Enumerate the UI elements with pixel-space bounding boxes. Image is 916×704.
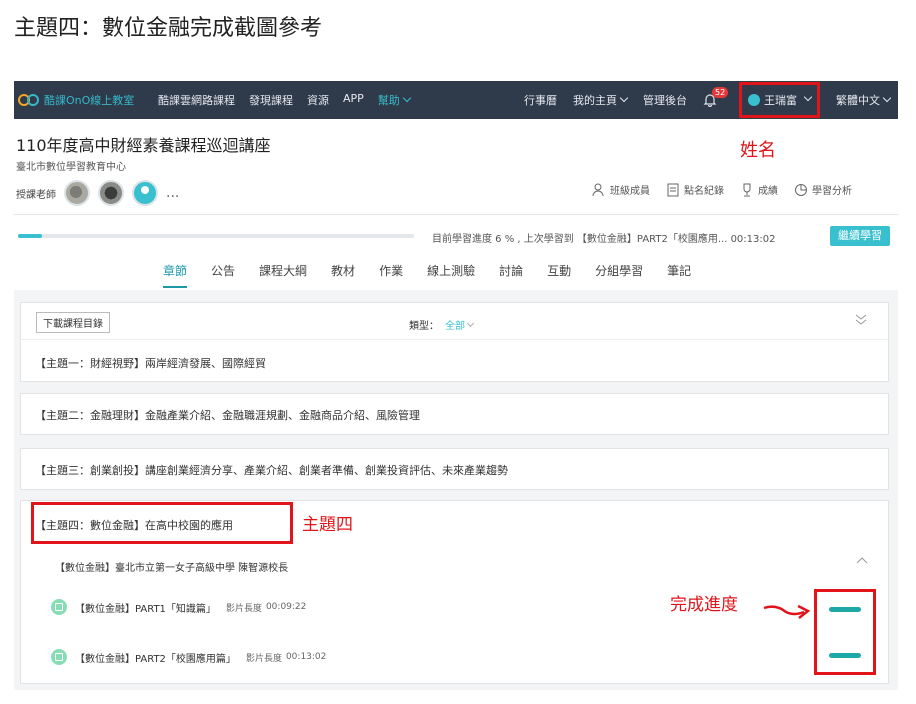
tab-interaction[interactable]: 互動 bbox=[547, 262, 571, 288]
tab-chapters[interactable]: 章節 bbox=[163, 262, 188, 288]
annotation-completion: 完成進度 bbox=[670, 595, 738, 615]
divider bbox=[21, 339, 888, 340]
tab-discussion[interactable]: 討論 bbox=[499, 262, 523, 288]
nav-item-help[interactable]: 幫助 bbox=[377, 92, 412, 108]
my-home-label: 我的主頁 bbox=[573, 94, 617, 107]
completion-bar bbox=[829, 653, 861, 658]
tab-notes[interactable]: 筆記 bbox=[667, 262, 691, 288]
subsection-title: 【數位金融】臺北市立第一女子高級中學 陳智源校長 bbox=[55, 563, 289, 574]
nav-item-discover[interactable]: 發現課程 bbox=[249, 92, 293, 108]
chevron-down-icon bbox=[882, 93, 892, 103]
logo-icon bbox=[18, 92, 40, 108]
tool-attendance[interactable]: 點名紀錄 bbox=[666, 182, 724, 197]
members-icon bbox=[592, 183, 604, 196]
learning-progress-bar bbox=[18, 234, 414, 238]
completion-bar bbox=[829, 607, 861, 612]
tab-assignments[interactable]: 作業 bbox=[379, 262, 403, 288]
tab-group-learning[interactable]: 分組學習 bbox=[595, 262, 643, 288]
nav-item-calendar[interactable]: 行事曆 bbox=[524, 92, 557, 108]
trophy-icon bbox=[743, 183, 751, 196]
video-icon bbox=[51, 649, 67, 665]
user-name: 王瑞富 bbox=[764, 94, 797, 107]
annotation-highlight-box bbox=[814, 589, 876, 675]
type-filter[interactable]: 類型： 全部 bbox=[409, 317, 475, 332]
duration-label: 影片長度 bbox=[225, 603, 262, 614]
tab-materials[interactable]: 教材 bbox=[331, 262, 355, 288]
tool-class-members[interactable]: 班級成員 bbox=[592, 182, 650, 197]
duration-value: 00:09:22 bbox=[265, 602, 307, 612]
top-navbar: 酷課OnO線上教室 酷課雲網路課程 發現課程 資源 APP 幫助 行事曆 我的主… bbox=[14, 81, 898, 119]
lesson-item[interactable]: 【數位金融】PART2「校園應用篇」 影片長度 00:13:02 bbox=[51, 649, 326, 665]
expand-all-icon[interactable] bbox=[854, 313, 868, 327]
topic-title[interactable]: 【主題二：金融理財】金融產業介紹、金融職涯規劃、金融商品介紹、風險管理 bbox=[35, 407, 420, 423]
chapter-card: 【主題二：金融理財】金融產業介紹、金融職涯規劃、金融商品介紹、風險管理 bbox=[20, 393, 889, 435]
topic-title[interactable]: 【主題一：財經視野】兩岸經濟發展、國際經貿 bbox=[35, 355, 266, 371]
chevron-up-icon[interactable] bbox=[856, 556, 868, 564]
document-title: 主題四：數位金融完成截圖參考 bbox=[14, 16, 323, 41]
language-label: 繁體中文 bbox=[836, 94, 880, 107]
chevron-down-icon bbox=[619, 93, 629, 103]
teacher-avatar[interactable] bbox=[98, 180, 124, 206]
duration-label: 影片長度 bbox=[245, 653, 282, 664]
continue-learning-button[interactable]: 繼續學習 bbox=[830, 226, 890, 246]
user-menu[interactable]: 王瑞富 bbox=[739, 82, 820, 118]
notification-bell-icon[interactable]: 52 bbox=[703, 87, 729, 108]
tab-announcements[interactable]: 公告 bbox=[211, 262, 235, 288]
annotation-topic4: 主題四 bbox=[302, 515, 353, 535]
chevron-down-icon bbox=[803, 92, 813, 102]
chapter-card: 【主題四：數位金融】在高中校園的應用 【數位金融】臺北市立第一女子高級中學 陳智… bbox=[20, 500, 889, 684]
tool-learning-analytics[interactable]: 學習分析 bbox=[794, 182, 852, 197]
progress-status: 目前學習進度 6 % , 上次學習到 【數位金融】PART2「校園應用... 0… bbox=[432, 234, 776, 245]
clipboard-icon bbox=[667, 183, 679, 196]
course-organization: 臺北市數位學習教育中心 bbox=[16, 162, 126, 173]
chapter-card: 【主題三：創業創投】講座創業經濟分享、產業介紹、創業者準備、創業投資評估、未來產… bbox=[20, 448, 889, 490]
progress-fill bbox=[18, 234, 42, 238]
help-label: 幫助 bbox=[377, 94, 400, 107]
teachers-row: 授課老師 ... bbox=[16, 180, 179, 206]
topic-title[interactable]: 【主題三：創業創投】講座創業經濟分享、產業介紹、創業者準備、創業投資評估、未來產… bbox=[35, 462, 508, 478]
lesson-item[interactable]: 【數位金融】PART1「知識篇」 影片長度 00:09:22 bbox=[51, 599, 306, 615]
tool-label: 成績 bbox=[758, 186, 778, 197]
tool-label: 點名紀錄 bbox=[684, 186, 724, 197]
nav-item-my-home[interactable]: 我的主頁 bbox=[573, 92, 629, 108]
nav-item-courses[interactable]: 酷課雲網路課程 bbox=[158, 92, 235, 108]
course-tools: 班級成員 點名紀錄 成績 學習分析 bbox=[592, 182, 852, 197]
notification-count-badge: 52 bbox=[712, 87, 729, 98]
nav-item-app[interactable]: APP bbox=[343, 92, 364, 108]
chapter-card: 下載課程目錄 類型： 全部 【主題一：財經視野】兩岸經濟發展、國際經貿 bbox=[20, 302, 889, 382]
teachers-label: 授課老師 bbox=[16, 189, 56, 201]
teacher-avatar[interactable] bbox=[64, 180, 90, 206]
tool-label: 學習分析 bbox=[812, 186, 852, 197]
lesson-title: 【數位金融】PART2「校園應用篇」 bbox=[75, 653, 236, 665]
course-tabs: 章節 公告 課程大綱 教材 作業 線上測驗 討論 互動 分組學習 筆記 bbox=[163, 262, 715, 288]
tab-syllabus[interactable]: 課程大綱 bbox=[259, 262, 307, 288]
download-catalog-button[interactable]: 下載課程目錄 bbox=[36, 312, 110, 333]
filter-value: 全部 bbox=[445, 321, 465, 332]
teacher-avatar[interactable] bbox=[132, 180, 158, 206]
tool-grades[interactable]: 成績 bbox=[740, 182, 778, 197]
logo-text: 酷課OnO線上教室 bbox=[44, 94, 135, 107]
filter-label: 類型： bbox=[409, 321, 439, 332]
avatar bbox=[748, 94, 760, 106]
tab-online-tests[interactable]: 線上測驗 bbox=[427, 262, 475, 288]
topic-title[interactable]: 【主題四：數位金融】在高中校園的應用 bbox=[35, 517, 233, 533]
arrow-right-icon bbox=[763, 604, 811, 619]
chevron-down-icon bbox=[402, 93, 412, 103]
video-icon bbox=[51, 599, 67, 615]
duration-value: 00:13:02 bbox=[285, 652, 327, 662]
pie-chart-icon bbox=[795, 183, 807, 196]
header-divider bbox=[14, 214, 898, 215]
chevron-down-icon bbox=[466, 319, 475, 328]
more-teachers-button[interactable]: ... bbox=[166, 185, 179, 201]
language-select[interactable]: 繁體中文 bbox=[836, 92, 892, 108]
course-title: 110年度高中財經素養課程巡迴講座 bbox=[16, 136, 271, 155]
nav-item-resources[interactable]: 資源 bbox=[307, 92, 329, 108]
annotation-name: 姓名 bbox=[740, 140, 776, 161]
site-logo[interactable]: 酷課OnO線上教室 bbox=[18, 92, 156, 108]
lesson-title: 【數位金融】PART1「知識篇」 bbox=[75, 603, 216, 615]
tool-label: 班級成員 bbox=[610, 186, 650, 197]
nav-item-admin[interactable]: 管理後台 bbox=[643, 92, 687, 108]
